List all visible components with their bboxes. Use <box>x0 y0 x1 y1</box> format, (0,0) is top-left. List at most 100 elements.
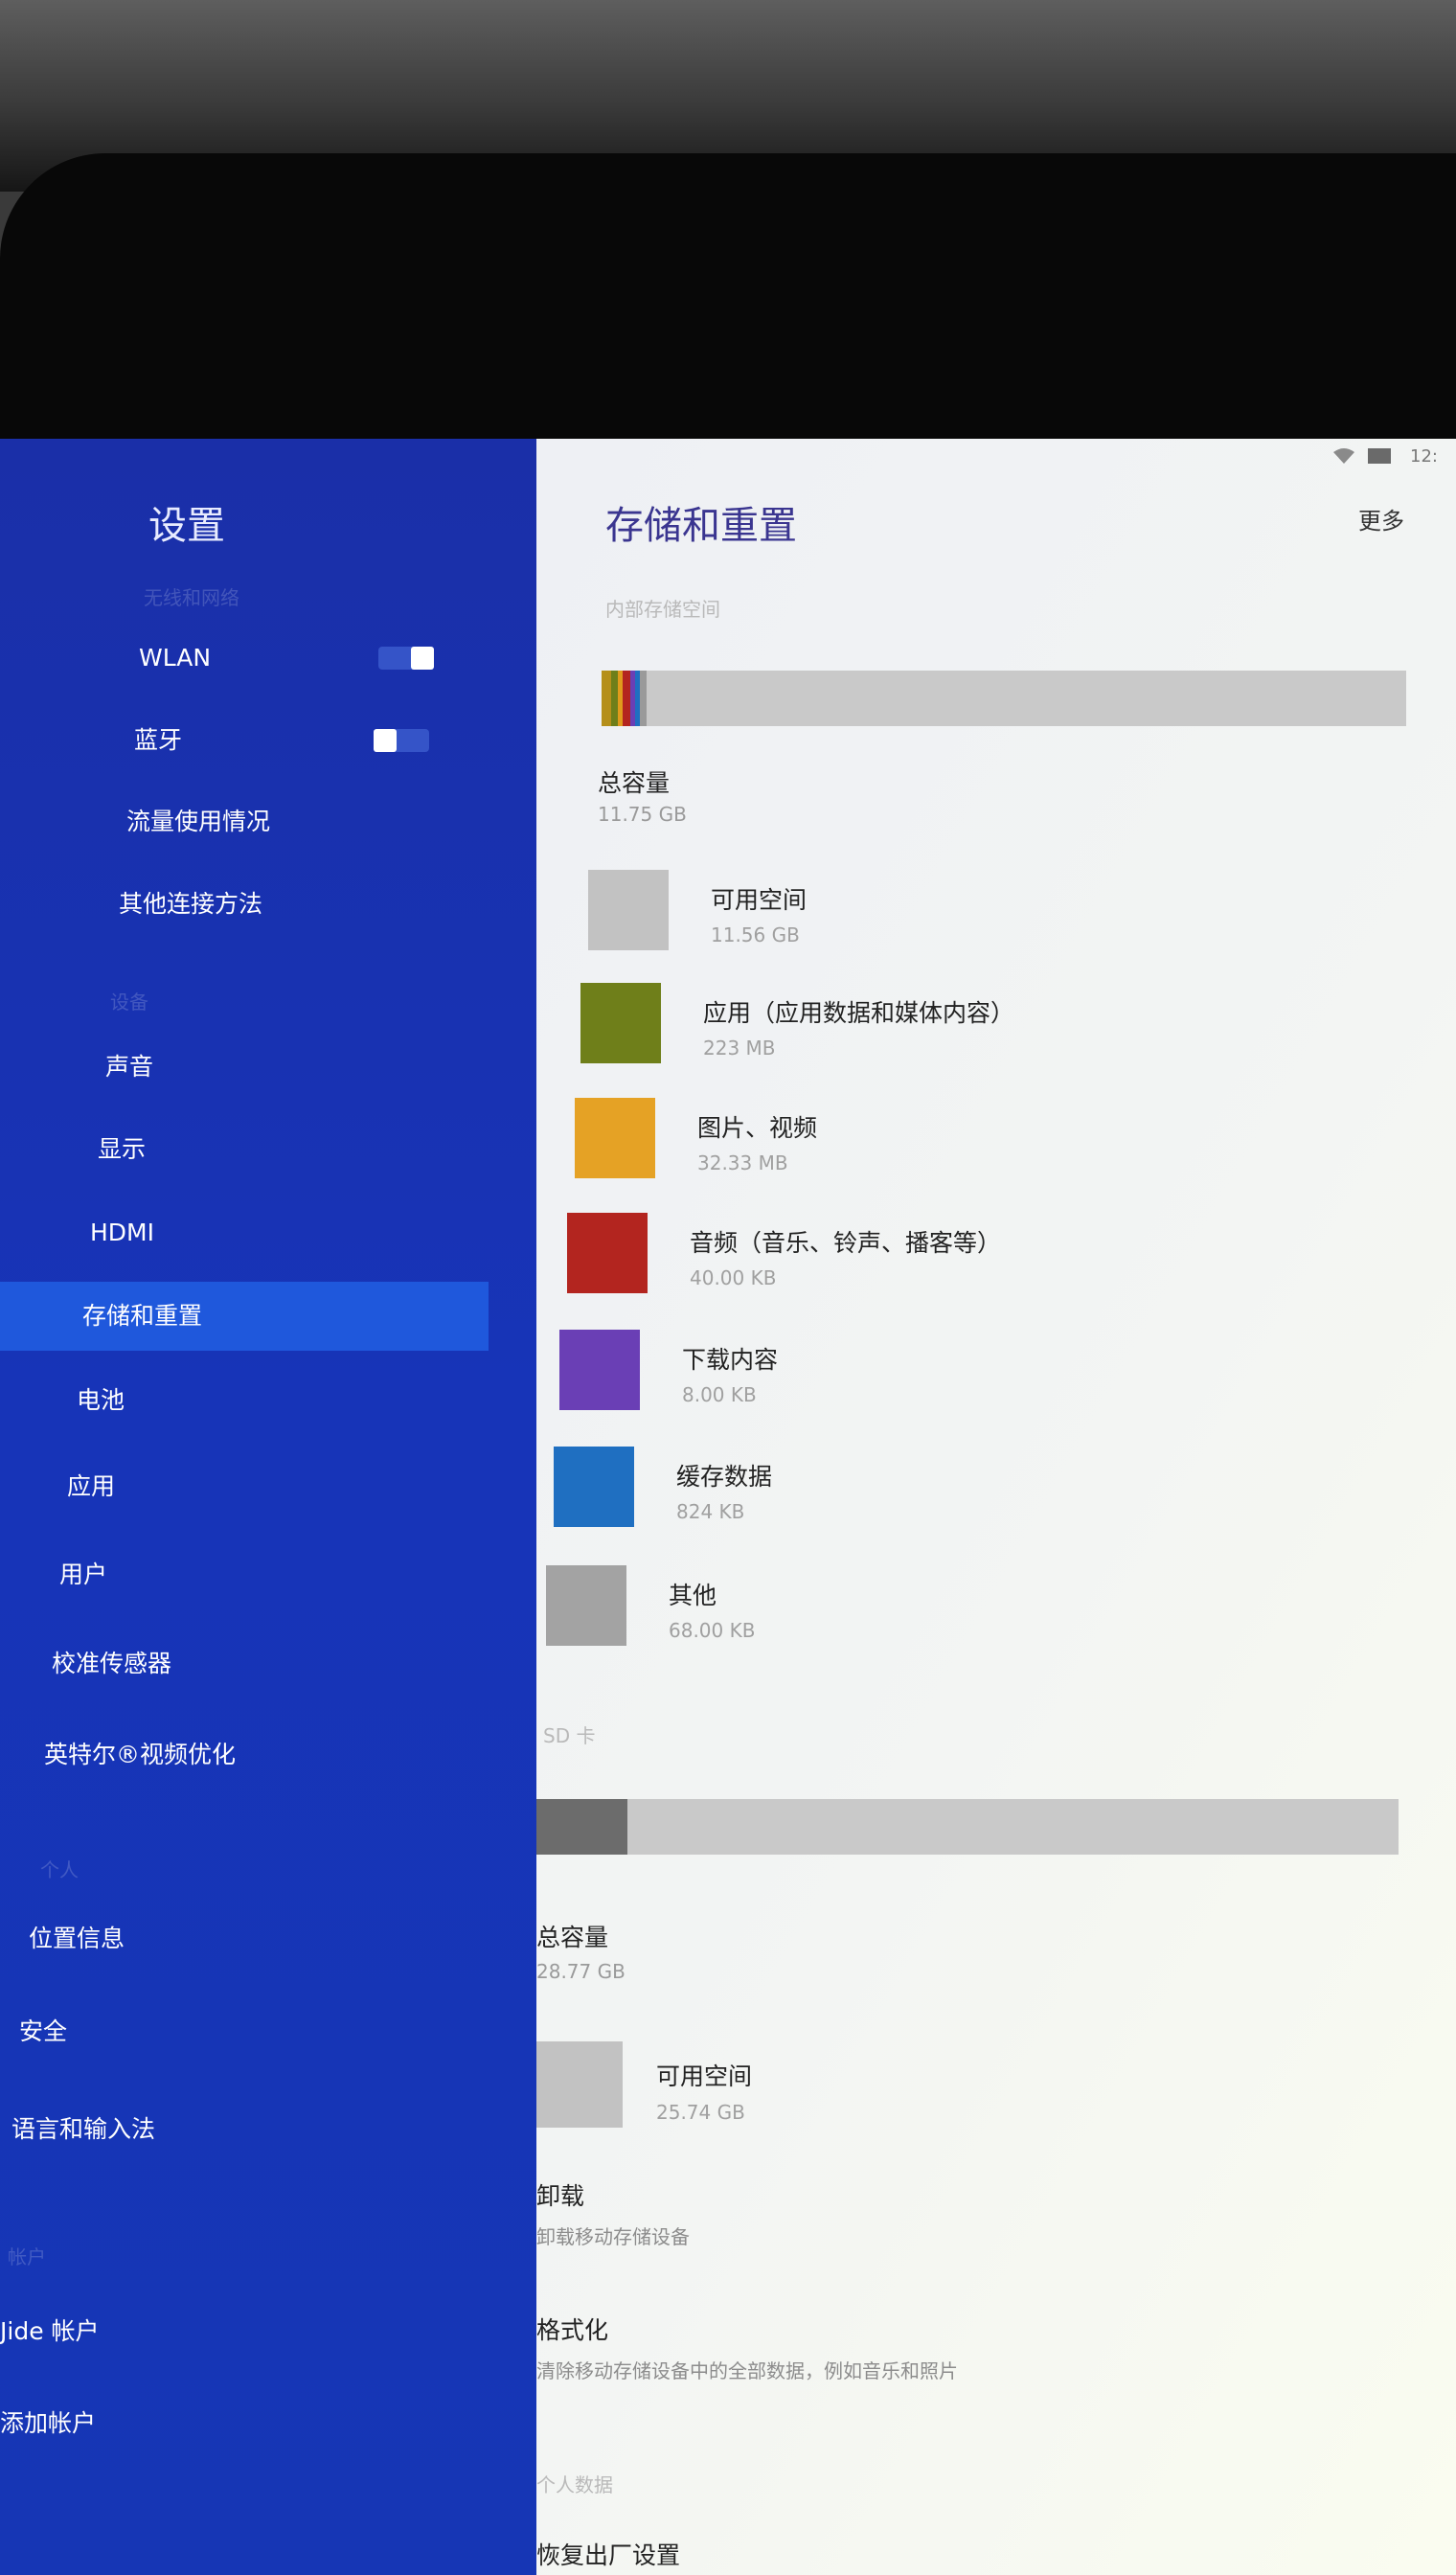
sidebar-item-storage-reset[interactable]: 存储和重置 <box>0 1282 489 1351</box>
sd-usage-bar <box>536 1799 1399 1855</box>
unmount-sd-item[interactable]: 卸载 卸载移动存储设备 <box>536 2177 1399 2264</box>
internal-legend-item-misc[interactable]: 其他 68.00 KB <box>546 1565 1370 1652</box>
format-subtitle: 清除移动存储设备中的全部数据，例如音乐和照片 <box>536 2359 958 2382</box>
sd-free-swatch <box>536 2041 623 2128</box>
usage-segment <box>611 671 618 726</box>
sidebar-item-sound[interactable]: 声音 <box>0 1033 489 1102</box>
internal-legend-item-pictures-videos[interactable]: 图片、视频 32.33 MB <box>575 1098 1399 1184</box>
unmount-title: 卸载 <box>536 2182 585 2210</box>
legend-swatch <box>559 1330 640 1410</box>
status-bar: 12: <box>1322 446 1456 475</box>
sidebar-item-calibrate-sensor[interactable]: 校准传感器 <box>0 1629 489 1698</box>
legend-label: 下载内容 <box>682 1346 779 1374</box>
internal-legend-item-audio[interactable]: 音频（音乐、铃声、播客等） 40.00 KB <box>567 1213 1391 1299</box>
legend-swatch <box>588 870 669 950</box>
sidebar-item-label: 英特尔®视频优化 <box>44 1741 237 1768</box>
storage-reset-panel: 12: 存储和重置 更多 内部存储空间 总容量 11.75 GB 可用空间 11.… <box>536 439 1456 2575</box>
sidebar-item-label: 添加帐户 <box>0 2409 97 2437</box>
format-title: 格式化 <box>536 2316 609 2344</box>
sidebar-item-bluetooth[interactable]: 蓝牙 <box>0 706 489 775</box>
battery-icon <box>1368 448 1393 468</box>
more-button[interactable]: 更多 <box>1358 502 1404 536</box>
internal-legend-item-downloads[interactable]: 下载内容 8.00 KB <box>559 1330 1383 1416</box>
sidebar-item-language-input[interactable]: 语言和输入法 <box>0 2095 489 2164</box>
sidebar-item-security[interactable]: 安全 <box>0 1997 489 2066</box>
legend-label: 其他 <box>669 1582 717 1609</box>
sidebar-item-more-connections[interactable]: 其他连接方法 <box>0 870 489 939</box>
sd-free-label: 可用空间 <box>656 2062 753 2090</box>
toggle-knob <box>374 729 397 752</box>
sidebar-item-label: 存储和重置 <box>82 1302 203 1330</box>
sidebar-item-data-usage[interactable]: 流量使用情况 <box>0 787 489 856</box>
sidebar-item-label: 位置信息 <box>29 1925 125 1952</box>
sidebar-item-label: 其他连接方法 <box>119 890 263 918</box>
sidebar-item-label: WLAN <box>139 644 212 672</box>
legend-swatch <box>580 983 661 1063</box>
sidebar-item-label: 声音 <box>105 1053 154 1081</box>
personal-data-label: 个人数据 <box>536 2473 613 2496</box>
wifi-icon <box>1331 446 1356 470</box>
usage-segment <box>623 671 630 726</box>
internal-legend-item-apps[interactable]: 应用（应用数据和媒体内容） 223 MB <box>580 983 1404 1069</box>
sidebar-item-label: 校准传感器 <box>52 1650 172 1677</box>
legend-label: 应用（应用数据和媒体内容） <box>703 999 1015 1027</box>
factory-reset-item[interactable]: 恢复出厂设置 <box>536 2537 1399 2575</box>
sidebar-item-label: 语言和输入法 <box>11 2115 156 2143</box>
legend-value: 8.00 KB <box>682 1383 757 1406</box>
sidebar-item-label: 流量使用情况 <box>126 808 271 835</box>
sidebar-item-jide-account[interactable]: Jide 帐户 <box>0 2297 489 2366</box>
legend-value: 40.00 KB <box>690 1266 777 1289</box>
internal-storage-usage-bar <box>602 671 1406 726</box>
legend-swatch <box>567 1213 648 1293</box>
sidebar-item-location[interactable]: 位置信息 <box>0 1904 489 1973</box>
legend-value: 68.00 KB <box>669 1619 756 1642</box>
sidebar-item-label: 电池 <box>77 1386 125 1414</box>
sidebar-item-wlan[interactable]: WLAN <box>0 624 489 693</box>
sidebar-item-intel-video[interactable]: 英特尔®视频优化 <box>0 1720 489 1789</box>
sidebar-item-display[interactable]: 显示 <box>0 1115 489 1184</box>
usage-segment <box>640 671 647 726</box>
factory-reset-title: 恢复出厂设置 <box>536 2541 681 2569</box>
wlan-toggle[interactable] <box>378 647 434 670</box>
sidebar-item-hdmi[interactable]: HDMI <box>0 1198 489 1267</box>
legend-value: 11.56 GB <box>711 923 800 946</box>
section-label-wireless: 无线和网络 <box>144 586 239 609</box>
sidebar-item-battery[interactable]: 电池 <box>0 1366 489 1435</box>
legend-label: 可用空间 <box>711 886 808 914</box>
legend-label: 音频（音乐、铃声、播客等） <box>690 1229 1002 1257</box>
sd-total-label: 总容量 <box>536 1924 609 1951</box>
legend-swatch <box>546 1565 626 1646</box>
sidebar-item-label: 应用 <box>67 1472 116 1500</box>
legend-swatch <box>575 1098 655 1178</box>
internal-total-value: 11.75 GB <box>598 803 687 826</box>
legend-value: 824 KB <box>676 1500 745 1523</box>
format-sd-item[interactable]: 格式化 清除移动存储设备中的全部数据，例如音乐和照片 <box>536 2312 1399 2398</box>
legend-label: 图片、视频 <box>697 1114 818 1142</box>
status-time: 12: <box>1410 446 1438 467</box>
usage-segment <box>602 671 611 726</box>
section-label-accounts: 帐户 <box>8 2245 46 2268</box>
toggle-knob <box>411 647 434 670</box>
sidebar-item-add-account[interactable]: 添加帐户 <box>0 2389 489 2458</box>
bluetooth-toggle[interactable] <box>374 729 429 752</box>
section-label-device: 设备 <box>110 991 148 1014</box>
sidebar-item-label: Jide 帐户 <box>0 2317 100 2345</box>
sidebar-item-label: HDMI <box>90 1219 154 1246</box>
sd-free-value: 25.74 GB <box>656 2101 745 2124</box>
sd-total-value: 28.77 GB <box>536 1960 626 1983</box>
unmount-subtitle: 卸载移动存储设备 <box>536 2225 690 2248</box>
sidebar-item-label: 用户 <box>59 1561 108 1588</box>
internal-legend-item-available-space[interactable]: 可用空间 11.56 GB <box>588 870 1412 956</box>
sidebar-item-users[interactable]: 用户 <box>0 1540 489 1609</box>
sidebar-item-apps[interactable]: 应用 <box>0 1452 489 1521</box>
page-title: 存储和重置 <box>605 504 797 548</box>
section-label-personal: 个人 <box>40 1858 79 1881</box>
sd-card-label: SD 卡 <box>543 1724 596 1747</box>
internal-total-label: 总容量 <box>598 769 671 797</box>
internal-legend-item-cached-data[interactable]: 缓存数据 824 KB <box>554 1447 1377 1533</box>
sd-used-segment <box>536 1799 627 1855</box>
legend-value: 223 MB <box>703 1037 776 1060</box>
settings-sidebar: 设置 无线和网络 WLAN 蓝牙 流量使用情况 其他连接方法 设备 声音 显示 <box>0 439 536 2575</box>
internal-storage-label: 内部存储空间 <box>605 598 720 621</box>
device-screen: 设置 无线和网络 WLAN 蓝牙 流量使用情况 其他连接方法 设备 声音 显示 <box>0 439 1456 2575</box>
